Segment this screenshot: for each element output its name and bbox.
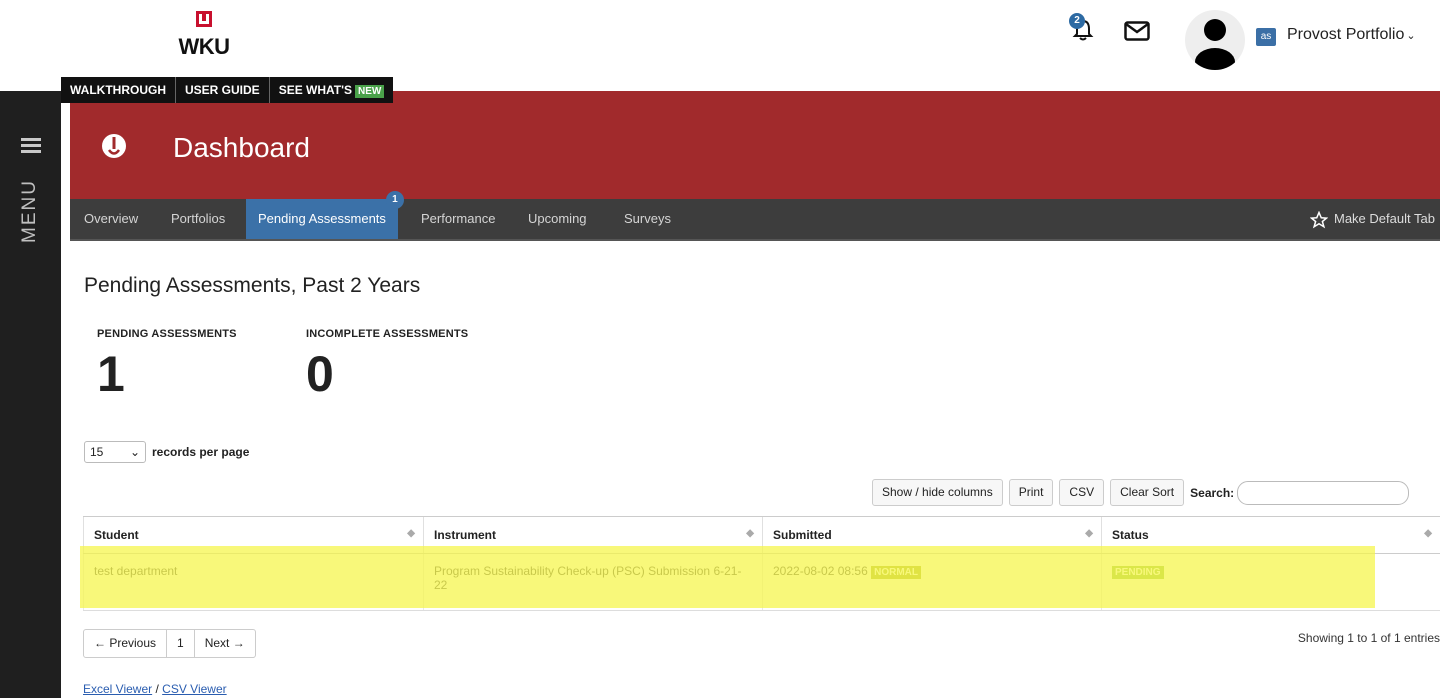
user-silhouette-icon [1195, 19, 1235, 70]
star-icon [1310, 210, 1328, 228]
show-hide-columns-button[interactable]: Show / hide columns [872, 479, 1003, 506]
sort-icon: ◆ [1085, 528, 1093, 539]
clear-sort-button[interactable]: Clear Sort [1110, 479, 1185, 506]
excel-viewer-link[interactable]: Excel Viewer [83, 682, 152, 696]
search-input[interactable] [1237, 480, 1410, 505]
incomplete-label-b: ASSESSMENTS [382, 328, 469, 340]
column-header-submitted[interactable]: Submitted ◆ [762, 516, 1102, 554]
chevron-down-icon: ⌄ [1406, 30, 1416, 42]
help-strip: WALKTHROUGH USER GUIDE SEE WHAT'S NEW [61, 77, 394, 103]
walkthrough-link[interactable]: WALKTHROUGH [61, 77, 176, 103]
side-menu[interactable]: MENU [0, 91, 61, 698]
pending-stat-label: PENDING ASSESSMENTS [97, 328, 237, 340]
status-badge: PENDING [1112, 566, 1164, 579]
records-per-page-value: 15 [90, 445, 104, 459]
pending-label-a: PENDING [97, 328, 149, 340]
incomplete-stat-label: INCOMPLETE ASSESSMENTS [306, 328, 468, 340]
next-page-button[interactable]: Next → [195, 630, 255, 657]
csv-viewer-link[interactable]: CSV Viewer [162, 682, 226, 696]
table-header-row: Student ◆ Instrument ◆ Submitted ◆ Status ◆ [83, 516, 1440, 554]
tab-pending-assessments-label: Pending Assessments [258, 211, 386, 226]
notification-badge: 2 [1069, 13, 1085, 29]
search-label: Search: [1190, 485, 1235, 500]
section-title: Pending Assessments, Past 2 Years [84, 274, 421, 297]
incomplete-label-a: INCOMPLETE [306, 328, 381, 340]
new-badge: NEW [355, 85, 385, 98]
table-row[interactable]: test department Program Sustainability C… [83, 553, 1440, 611]
chevron-down-icon: ⌄ [129, 445, 140, 459]
make-default-tab-button[interactable]: Make Default Tab [1310, 199, 1440, 239]
submitted-date: 2022-08-02 08:56 [773, 564, 868, 578]
wku-crest-icon [196, 11, 212, 27]
previous-page-button[interactable]: ← Previous [84, 630, 168, 657]
column-student-label: Student [94, 528, 139, 542]
column-header-student[interactable]: Student ◆ [83, 516, 424, 554]
column-submitted-label: Submitted [773, 528, 832, 542]
logo-wordmark: WKU [178, 34, 230, 59]
column-header-status[interactable]: Status ◆ [1101, 516, 1440, 554]
column-instrument-label: Instrument [434, 528, 497, 542]
gauge-icon [102, 134, 126, 158]
cell-status: PENDING [1101, 553, 1440, 611]
avatar[interactable] [1185, 10, 1245, 70]
hamburger-icon[interactable] [21, 138, 41, 156]
print-button[interactable]: Print [1008, 479, 1054, 506]
cell-submitted: 2022-08-02 08:56 NORMAL [762, 553, 1102, 611]
tab-overview[interactable]: Overview [72, 199, 150, 239]
menu-label: MENU [19, 179, 40, 243]
account-name: Provost Portfolio [1287, 26, 1405, 43]
tab-bar: Overview Portfolios Pending Assessments … [70, 191, 1440, 241]
see-whats-new-link[interactable]: SEE WHAT'S NEW [270, 77, 394, 103]
column-header-instrument[interactable]: Instrument ◆ [423, 516, 763, 554]
make-default-label: Make Default Tab [1334, 211, 1435, 226]
see-whats-label: SEE WHAT'S [278, 83, 352, 97]
pending-assessments-stat: PENDING ASSESSMENTS 1 [97, 328, 237, 403]
page-title: Dashboard [173, 132, 310, 163]
pagination: ← Previous 1 Next → [83, 629, 256, 658]
mail-icon[interactable] [1124, 21, 1150, 41]
tab-upcoming[interactable]: Upcoming [516, 199, 599, 239]
entries-summary: Showing 1 to 1 of 1 entries [1297, 631, 1440, 645]
pending-stat-value: 1 [97, 346, 125, 402]
incomplete-assessments-stat: INCOMPLETE ASSESSMENTS 0 [306, 328, 468, 403]
tab-performance[interactable]: Performance [409, 199, 507, 239]
sort-icon: ◆ [407, 528, 415, 539]
incomplete-stat-value: 0 [306, 346, 334, 402]
viewer-separator: / [152, 682, 163, 696]
table-toolbar: Show / hide columns Print CSV Clear Sort… [872, 479, 1410, 506]
sort-icon: ◆ [746, 528, 754, 539]
tab-portfolios[interactable]: Portfolios [159, 199, 237, 239]
pending-count-badge: 1 [385, 191, 404, 209]
dashboard-banner: Dashboard [70, 91, 1440, 199]
priority-badge: NORMAL [871, 566, 921, 579]
cell-student: test department [83, 553, 424, 611]
records-per-page: 15 ⌄ records per page [84, 441, 249, 463]
page-1-button[interactable]: 1 [167, 630, 195, 657]
account-initials-badge: as [1256, 28, 1276, 46]
column-status-label: Status [1112, 528, 1149, 542]
pending-label-b: ASSESSMENTS [151, 328, 237, 340]
pending-assessments-table: Student ◆ Instrument ◆ Submitted ◆ Status ◆ … [83, 516, 1440, 611]
user-guide-link[interactable]: USER GUIDE [176, 77, 270, 103]
cell-instrument[interactable]: Program Sustainability Check-up (PSC) Su… [423, 553, 763, 611]
records-per-page-label: records per page [152, 445, 250, 459]
tab-pending-assessments[interactable]: Pending Assessments 1 [246, 191, 404, 239]
tab-surveys[interactable]: Surveys [612, 199, 683, 239]
csv-button[interactable]: CSV [1059, 479, 1105, 506]
sort-icon: ◆ [1424, 528, 1432, 539]
records-per-page-select[interactable]: 15 ⌄ [84, 441, 146, 463]
account-switcher[interactable]: Provost Portfolio ⌄ [1287, 26, 1416, 44]
wku-logo[interactable]: WKU [164, 10, 244, 60]
viewer-links: Excel Viewer / CSV Viewer [83, 682, 227, 696]
